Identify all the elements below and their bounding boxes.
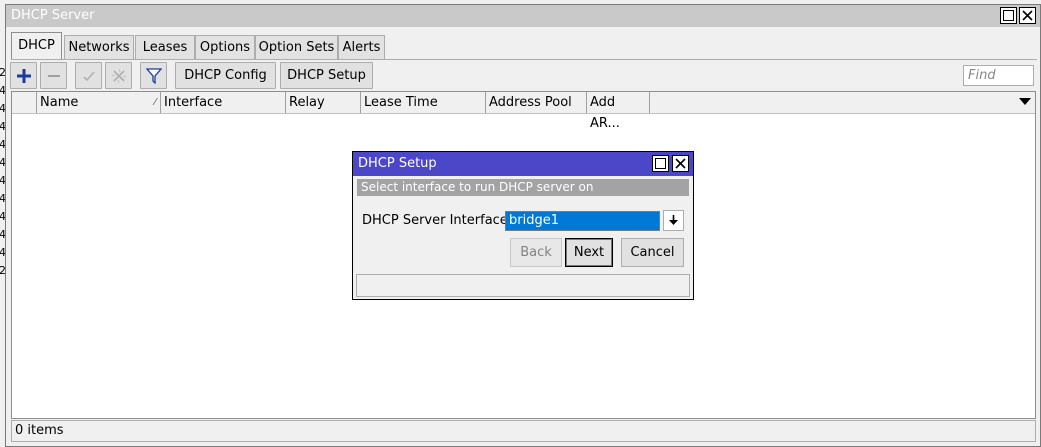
- next-label: Next: [573, 245, 605, 260]
- find-placeholder: Find: [968, 68, 996, 83]
- tab-leases-label: Leases: [142, 40, 188, 55]
- filter-icon: [146, 68, 162, 84]
- column-interface-label: Interface: [164, 95, 223, 110]
- column-menu-icon[interactable]: [1018, 97, 1032, 107]
- dialog-titlebar[interactable]: DHCP Setup: [353, 152, 693, 176]
- dialog-status-bar: [356, 274, 690, 297]
- maximize-icon: [655, 158, 666, 169]
- close-icon: [1022, 10, 1033, 21]
- plus-icon: [17, 69, 31, 83]
- tab-options[interactable]: Options: [195, 35, 255, 59]
- disable-button[interactable]: [105, 62, 132, 89]
- sort-indicator-icon: ⁄: [154, 97, 156, 108]
- tab-leases[interactable]: Leases: [135, 35, 195, 59]
- item-count: 0 items: [15, 423, 64, 438]
- cancel-label: Cancel: [630, 245, 675, 260]
- close-button[interactable]: [1019, 7, 1036, 24]
- tab-separator: [11, 59, 1037, 60]
- maximize-icon: [1003, 10, 1014, 21]
- tab-networks[interactable]: Networks: [64, 35, 134, 59]
- check-icon: [83, 71, 95, 82]
- maximize-button[interactable]: [1000, 7, 1017, 24]
- cancel-button[interactable]: Cancel: [621, 238, 684, 267]
- tab-networks-label: Networks: [68, 40, 130, 55]
- tab-option-sets[interactable]: Option Sets: [255, 35, 338, 59]
- tab-dhcp-label: DHCP: [18, 38, 55, 53]
- interface-dropdown-button[interactable]: [663, 210, 684, 231]
- dhcp-server-interface-select[interactable]: bridge1: [505, 211, 660, 231]
- tab-alerts[interactable]: Alerts: [338, 35, 385, 59]
- minus-icon: [48, 75, 60, 77]
- dialog-close-button[interactable]: [672, 155, 689, 172]
- status-bar: 0 items: [11, 420, 1036, 442]
- dhcp-setup-dialog: DHCP Setup Select interface to run DHCP …: [352, 151, 694, 300]
- column-lease-time-label: Lease Time: [364, 95, 438, 110]
- next-button[interactable]: Next: [565, 238, 613, 267]
- dhcp-server-interface-value: bridge1: [509, 213, 559, 228]
- column-add-arp-label: Add AR...: [590, 95, 620, 131]
- tab-dhcp[interactable]: DHCP: [11, 32, 62, 60]
- enable-button[interactable]: [75, 62, 102, 89]
- tab-options-label: Options: [199, 40, 251, 55]
- dialog-instruction-banner: Select interface to run DHCP server on: [357, 179, 689, 196]
- column-interface[interactable]: Interface: [161, 92, 286, 113]
- column-header-row: Name ⁄ Interface Relay Lease Time Addres…: [12, 92, 1035, 131]
- dhcp-server-interface-label: DHCP Server Interface:: [362, 213, 513, 228]
- dialog-instruction-text: Select interface to run DHCP server on: [361, 180, 594, 194]
- window-title: DHCP Server: [11, 8, 95, 23]
- tab-alerts-label: Alerts: [342, 40, 381, 55]
- window-titlebar[interactable]: DHCP Server: [6, 5, 1040, 27]
- back-label: Back: [520, 245, 552, 260]
- dialog-title: DHCP Setup: [358, 156, 437, 171]
- dhcp-config-button[interactable]: DHCP Config: [175, 62, 276, 89]
- filter-button[interactable]: [140, 62, 167, 89]
- remove-button[interactable]: [40, 62, 67, 89]
- dhcp-config-label: DHCP Config: [184, 68, 267, 83]
- column-relay[interactable]: Relay: [286, 92, 361, 113]
- column-name-label: Name: [40, 95, 79, 110]
- dhcp-setup-label: DHCP Setup: [287, 68, 366, 83]
- column-add-arp[interactable]: Add AR...: [587, 92, 650, 131]
- column-address-pool[interactable]: Address Pool: [486, 92, 587, 113]
- column-name[interactable]: Name ⁄: [37, 92, 161, 113]
- dhcp-setup-button[interactable]: DHCP Setup: [280, 62, 373, 89]
- back-button[interactable]: Back: [510, 238, 562, 267]
- dropdown-arrow-icon: [669, 215, 678, 225]
- column-lease-time[interactable]: Lease Time: [361, 92, 486, 113]
- find-input[interactable]: Find: [963, 65, 1034, 86]
- column-relay-label: Relay: [289, 95, 325, 110]
- column-flag[interactable]: [12, 92, 37, 113]
- cross-icon: [111, 68, 127, 84]
- tab-option-sets-label: Option Sets: [258, 40, 335, 55]
- close-icon: [675, 158, 686, 169]
- dialog-maximize-button[interactable]: [652, 155, 669, 172]
- add-button[interactable]: [10, 62, 37, 89]
- column-address-pool-label: Address Pool: [489, 95, 572, 110]
